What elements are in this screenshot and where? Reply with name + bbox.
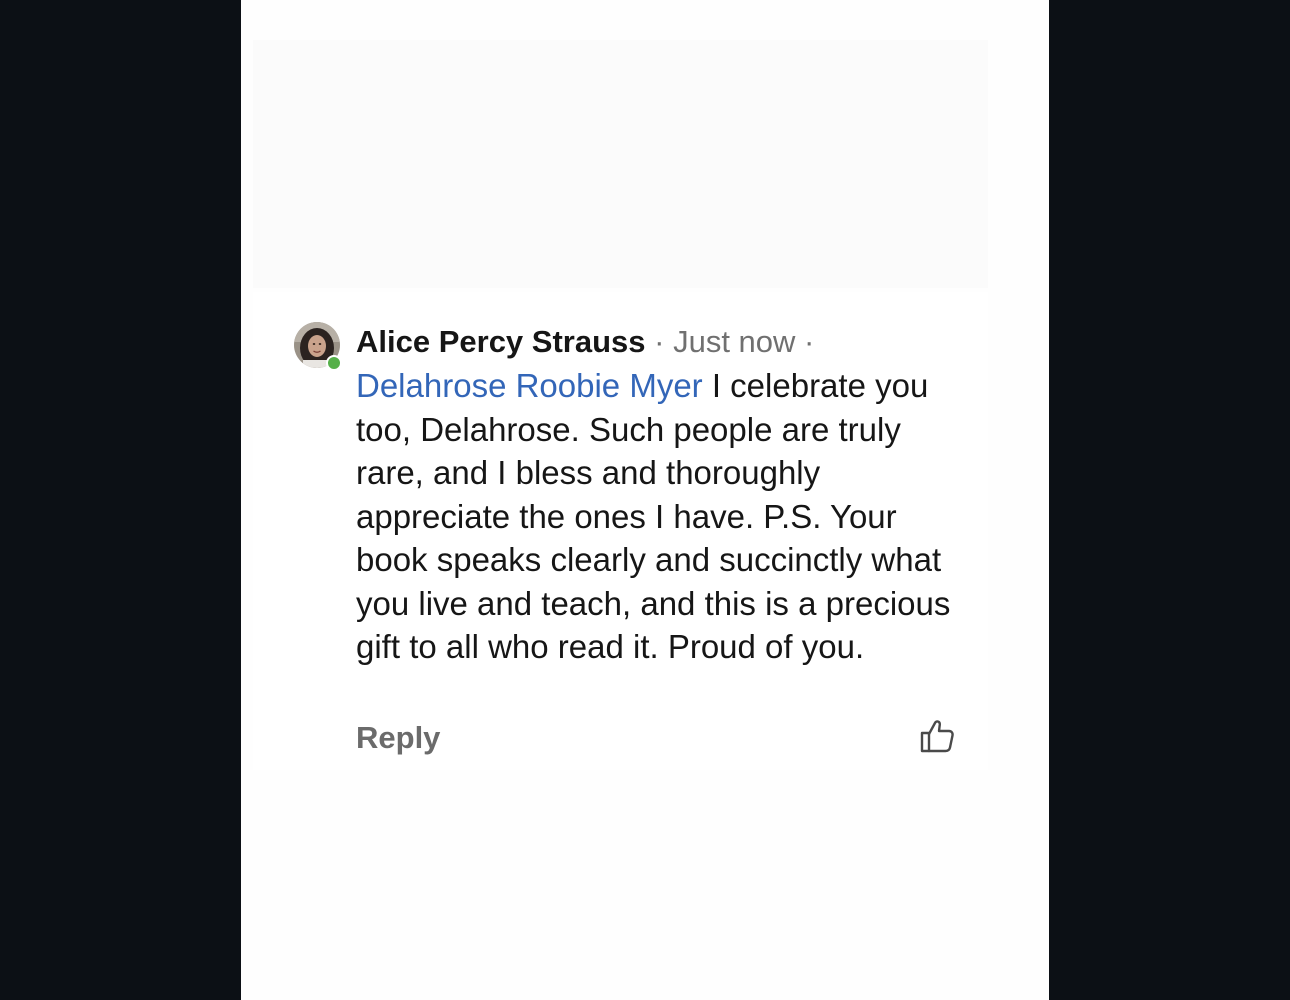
online-status-dot: [326, 355, 342, 371]
comment-actions: Reply: [356, 716, 956, 760]
author-name[interactable]: Alice Percy Strauss: [356, 324, 646, 359]
thumbs-up-icon: [920, 720, 954, 753]
comment-content: Alice Percy Strauss · Just now · Delahro…: [356, 320, 956, 669]
meta-separator-trailing: ·: [795, 324, 815, 359]
comment-text: I celebrate you too, Delahrose. Such peo…: [356, 367, 951, 665]
mention-link[interactable]: Delahrose Roobie Myer: [356, 367, 703, 404]
avatar[interactable]: [294, 322, 342, 371]
like-button[interactable]: [918, 716, 958, 756]
meta-separator: ·: [645, 324, 674, 359]
comment-body: Delahrose Roobie Myer I celebrate you to…: [356, 364, 956, 669]
comment-header: Alice Percy Strauss · Just now ·: [356, 320, 956, 364]
comment-timestamp[interactable]: Just now: [673, 324, 795, 359]
reply-button[interactable]: Reply: [356, 720, 440, 756]
content-panel: Alice Percy Strauss · Just now · Delahro…: [241, 0, 1049, 1000]
previous-content-area: [253, 40, 988, 288]
comment-card: Alice Percy Strauss · Just now · Delahro…: [253, 292, 988, 770]
